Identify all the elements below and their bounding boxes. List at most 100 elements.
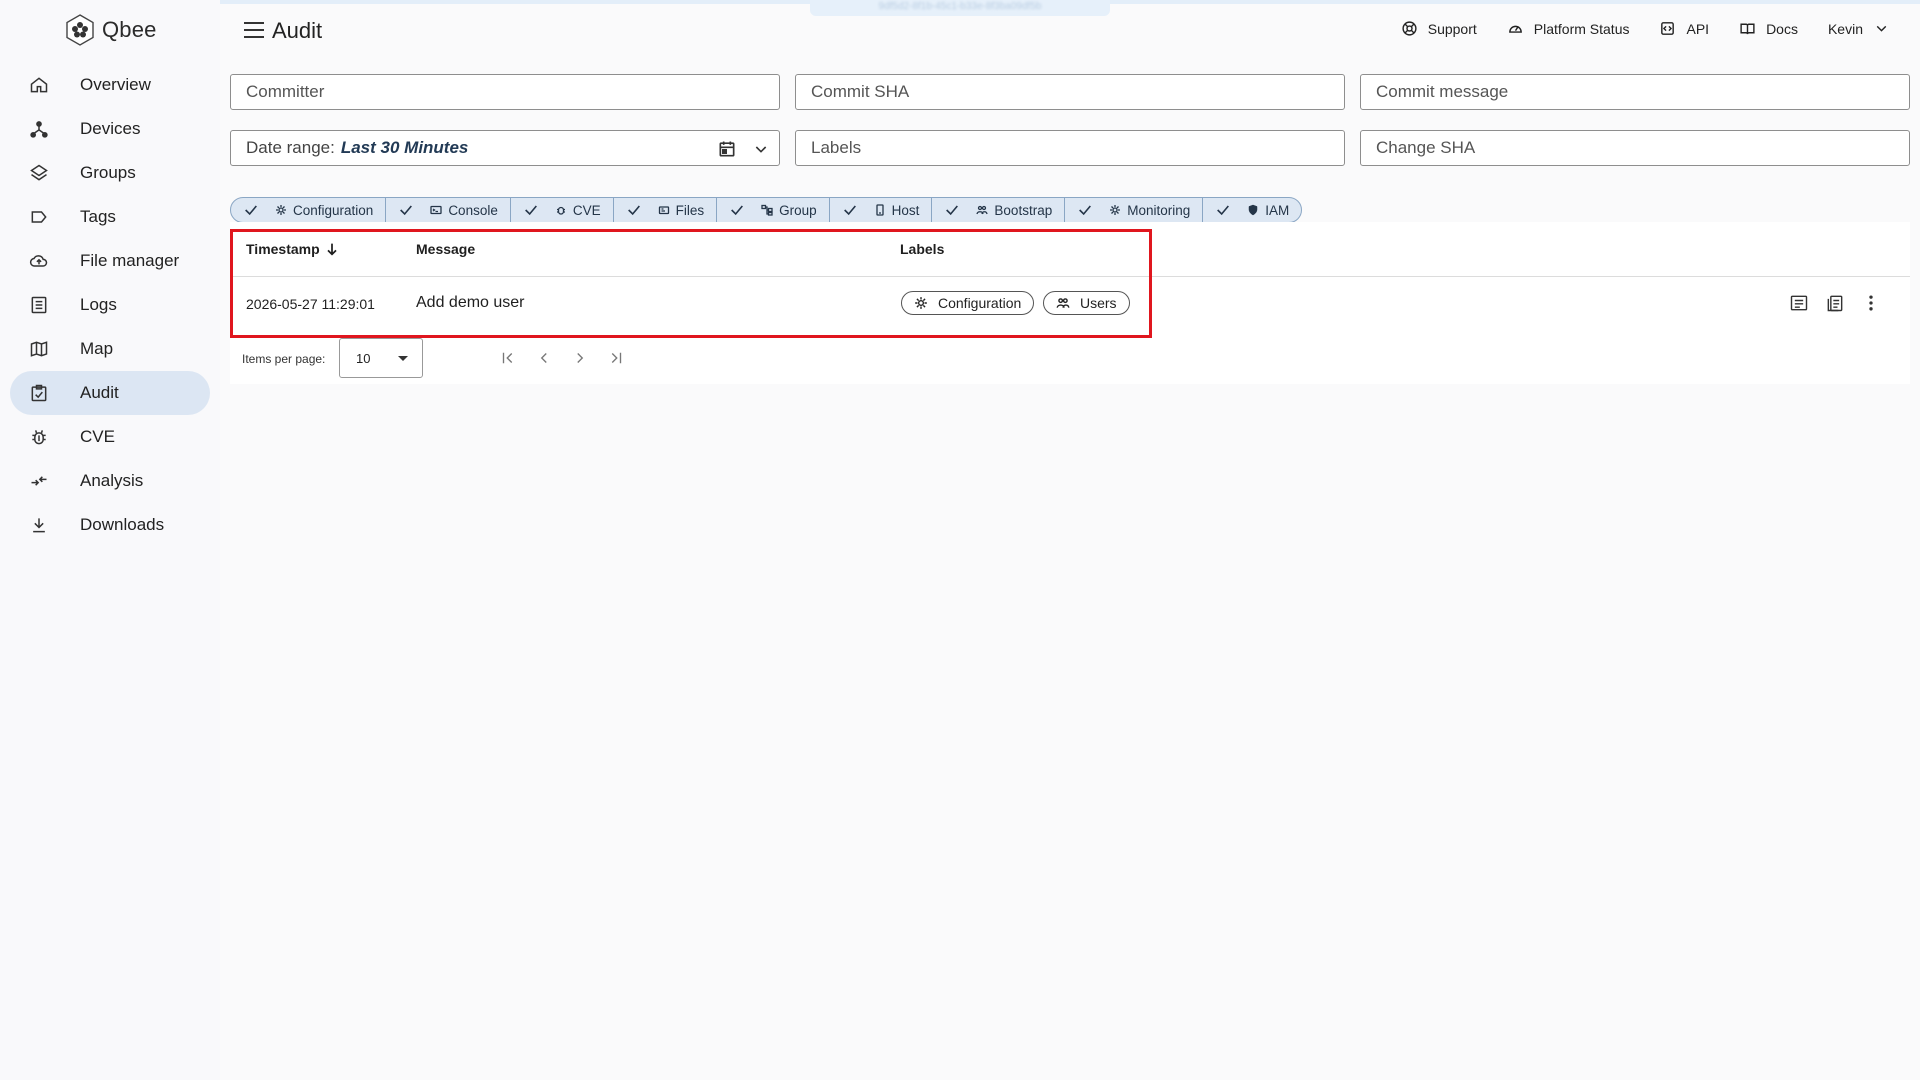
app-name: Qbee xyxy=(102,17,157,42)
column-header-message[interactable]: Message xyxy=(416,241,475,257)
page-title: Audit xyxy=(272,18,323,43)
chip-label: Host xyxy=(891,202,920,218)
app-logo[interactable]: Qbee xyxy=(64,14,157,46)
chip-configuration[interactable]: Configuration xyxy=(231,198,387,222)
user-name: Kevin xyxy=(1827,20,1863,37)
change-sha-placeholder: Change SHA xyxy=(1376,138,1476,157)
labels-placeholder: Labels xyxy=(811,138,862,157)
column-header-timestamp[interactable]: Timestamp xyxy=(246,241,340,257)
cloud-upload-icon xyxy=(28,250,50,272)
committer-field[interactable]: Committer xyxy=(230,74,780,110)
sidebar-item-analysis[interactable]: Analysis xyxy=(10,459,210,503)
devices-icon xyxy=(28,118,50,140)
change-sha-field[interactable]: Change SHA xyxy=(1360,130,1910,166)
more-vert-icon[interactable] xyxy=(1860,292,1882,314)
copy-icon[interactable] xyxy=(1824,292,1846,314)
calendar-icon[interactable] xyxy=(717,139,737,159)
sidebar-item-label: Downloads xyxy=(80,515,165,534)
support-label: Support xyxy=(1427,20,1477,37)
sidebar-item-label: Overview xyxy=(80,75,151,94)
download-icon xyxy=(28,514,50,536)
sidebar-item-devices[interactable]: Devices xyxy=(10,107,210,151)
sidebar-item-label: CVE xyxy=(80,427,115,446)
host-icon xyxy=(876,204,884,216)
analysis-icon xyxy=(28,470,50,492)
caret-down-icon xyxy=(398,356,408,361)
sidebar-item-groups[interactable]: Groups xyxy=(10,151,210,195)
sidebar-nav: Overview Devices Groups Tags File manage… xyxy=(10,63,210,547)
platform-status-label: Platform Status xyxy=(1533,20,1630,37)
label-chip-users[interactable]: Users xyxy=(1043,291,1130,315)
check-icon xyxy=(731,205,744,216)
sidebar-item-overview[interactable]: Overview xyxy=(10,63,210,107)
sidebar-item-audit[interactable]: Audit xyxy=(10,371,210,415)
platform-status-link[interactable]: Platform Status xyxy=(1507,20,1630,37)
sidebar-item-label: Groups xyxy=(80,163,136,182)
chip-label: Files xyxy=(675,202,705,218)
sidebar-item-label: Logs xyxy=(80,295,117,314)
commit-sha-placeholder: Commit SHA xyxy=(811,82,910,101)
last-page-icon[interactable] xyxy=(606,348,626,368)
api-link[interactable]: API xyxy=(1659,20,1709,37)
shield-icon xyxy=(1249,204,1258,216)
chip-group[interactable]: Group xyxy=(717,198,830,222)
chip-host[interactable]: Host xyxy=(830,198,933,222)
user-menu[interactable]: Kevin xyxy=(1828,20,1890,37)
environment-badge-text: 9df5d2-8f1b-45c1-b33e-8f3ba09df5b xyxy=(878,1,1042,12)
date-range-field[interactable]: Date range: Last 30 Minutes xyxy=(230,130,780,166)
label-chip-text: Configuration xyxy=(938,295,1022,311)
sidebar-item-map[interactable]: Map xyxy=(10,327,210,371)
sidebar-item-logs[interactable]: Logs xyxy=(10,283,210,327)
sidebar-item-label: Devices xyxy=(80,119,141,138)
items-per-page-select[interactable]: 10 xyxy=(339,338,423,378)
details-icon[interactable] xyxy=(1788,292,1810,314)
tag-icon xyxy=(28,206,50,228)
chip-bootstrap[interactable]: Bootstrap xyxy=(932,198,1066,222)
chip-console[interactable]: Console xyxy=(386,198,511,222)
chip-iam[interactable]: IAM xyxy=(1203,198,1301,222)
check-icon xyxy=(843,205,856,216)
sidebar-item-downloads[interactable]: Downloads xyxy=(10,503,210,547)
chip-files[interactable]: Files xyxy=(614,198,718,222)
column-header-labels[interactable]: Labels xyxy=(900,241,944,257)
console-icon xyxy=(430,205,442,215)
chip-label: Configuration xyxy=(293,202,374,218)
column-header-label: Labels xyxy=(900,241,945,257)
chip-label: Group xyxy=(779,202,817,218)
bootstrap-icon xyxy=(976,205,989,215)
chevron-down-icon[interactable] xyxy=(753,141,769,157)
qbee-logo-icon xyxy=(66,14,94,46)
chip-cve[interactable]: CVE xyxy=(511,198,614,222)
label-chip-text: Users xyxy=(1080,295,1117,311)
support-icon xyxy=(1402,21,1417,36)
sidebar-item-file-manager[interactable]: File manager xyxy=(10,239,210,283)
menu-toggle-button[interactable] xyxy=(244,22,264,38)
check-icon xyxy=(245,205,257,216)
gear-icon xyxy=(276,205,286,215)
docs-label: Docs xyxy=(1766,20,1798,37)
gauge-icon xyxy=(1508,25,1522,33)
check-icon xyxy=(524,205,537,216)
support-link[interactable]: Support xyxy=(1401,20,1477,37)
sidebar-item-label: File manager xyxy=(80,251,180,270)
cell-timestamp: 2026-05-27 11:29:01 xyxy=(246,296,375,312)
audit-table-panel: Timestamp Message Labels 2026-05-27 11:2… xyxy=(230,222,1910,384)
api-label: API xyxy=(1686,20,1710,37)
docs-link[interactable]: Docs xyxy=(1739,20,1798,37)
chip-monitoring[interactable]: Monitoring xyxy=(1065,198,1204,222)
next-page-icon[interactable] xyxy=(570,348,590,368)
items-per-page-value: 10 xyxy=(356,350,371,366)
label-chip-configuration[interactable]: Configuration xyxy=(901,291,1035,315)
commit-message-field[interactable]: Commit message xyxy=(1360,74,1910,110)
prev-page-icon[interactable] xyxy=(534,348,554,368)
first-page-icon[interactable] xyxy=(498,348,518,368)
home-icon xyxy=(28,74,50,96)
commit-sha-field[interactable]: Commit SHA xyxy=(795,74,1345,110)
sidebar-item-tags[interactable]: Tags xyxy=(10,195,210,239)
sidebar-item-cve[interactable]: CVE xyxy=(10,415,210,459)
labels-field[interactable]: Labels xyxy=(795,130,1345,166)
chip-label: Monitoring xyxy=(1127,202,1191,218)
label-filter-chips: Configuration Console CVE Files Group Ho… xyxy=(230,197,1303,223)
logs-icon xyxy=(28,294,50,316)
check-icon xyxy=(1217,205,1230,216)
